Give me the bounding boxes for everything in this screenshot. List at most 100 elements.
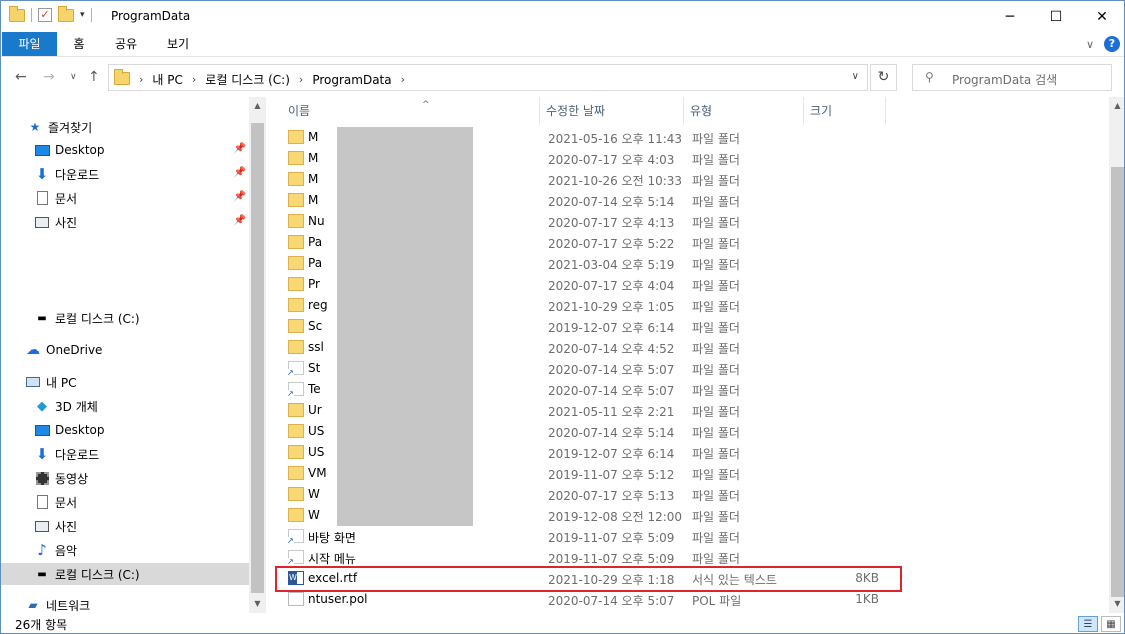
- breadcrumb-this-pc[interactable]: 내 PC: [152, 71, 182, 88]
- nav-music[interactable]: ♪ 음악: [1, 539, 249, 561]
- refresh-button[interactable]: ↻: [870, 64, 897, 91]
- properties-icon[interactable]: ✓: [38, 8, 52, 22]
- nav-quick-access[interactable]: ★ 즐겨찾기: [1, 116, 249, 138]
- nav-label: 음악: [55, 543, 78, 558]
- breadcrumb-separator[interactable]: ›: [139, 73, 143, 86]
- up-arrow-icon[interactable]: ↑: [88, 69, 100, 85]
- table-row[interactable]: 시작 메뉴 2019-11-07 오후 5:09 파일 폴더: [274, 547, 1109, 568]
- file-name: M: [308, 130, 319, 144]
- chevron-down-icon[interactable]: ∨: [852, 71, 859, 82]
- tab-share[interactable]: 공유: [111, 32, 141, 56]
- folder-icon: [9, 5, 25, 22]
- tab-view[interactable]: 보기: [163, 32, 193, 56]
- close-button[interactable]: ✕: [1079, 1, 1124, 32]
- scrollbar-thumb[interactable]: [251, 123, 264, 593]
- large-icons-view-icon[interactable]: ▦: [1101, 616, 1121, 632]
- nav-label: 문서: [55, 495, 78, 510]
- folder-icon: [288, 214, 304, 228]
- nav-label: 다운로드: [55, 167, 100, 182]
- file-date: 2021-05-11 오후 2:21: [548, 405, 675, 419]
- column-label: 이름: [288, 104, 311, 118]
- nav-quick-desktop[interactable]: Desktop 📌: [1, 139, 249, 161]
- nav-pc-desktop[interactable]: Desktop: [1, 419, 249, 441]
- file-name: Nu: [308, 214, 325, 228]
- nav-quick-downloads[interactable]: ⬇ 다운로드 📌: [1, 163, 249, 185]
- window-title: ProgramData: [111, 9, 191, 23]
- scroll-up-icon[interactable]: ▲: [249, 101, 266, 110]
- column-header-name[interactable]: 이름 ^: [282, 97, 540, 125]
- expand-ribbon-icon[interactable]: ∨: [1086, 38, 1094, 51]
- network-icon: ▰: [28, 598, 38, 612]
- nav-videos[interactable]: 동영상: [1, 467, 249, 489]
- nav-local-disk-quick[interactable]: ▬ 로컬 디스크 (C:): [1, 307, 249, 329]
- pin-icon[interactable]: 📌: [234, 215, 246, 226]
- file-name: M: [308, 151, 319, 165]
- nav-scrollbar[interactable]: ▲ ▼: [249, 97, 266, 613]
- search-icon: ⚲: [925, 70, 934, 84]
- scrollbar-thumb[interactable]: [1111, 167, 1124, 597]
- customize-toolbar-icon[interactable]: ▾: [80, 10, 85, 20]
- item-count: 26개 항목: [15, 618, 68, 632]
- table-row[interactable]: ntuser.pol 2020-07-14 오후 5:07 POL 파일 1KB: [274, 589, 1109, 610]
- nav-pc-pictures[interactable]: 사진: [1, 515, 249, 537]
- details-view-icon[interactable]: ☰: [1078, 616, 1098, 632]
- forward-arrow-icon[interactable]: →: [43, 69, 55, 85]
- breadcrumb-separator[interactable]: ›: [299, 73, 303, 86]
- nav-this-pc[interactable]: 내 PC: [1, 371, 249, 393]
- column-header-type[interactable]: 유형: [684, 97, 804, 125]
- nav-label: OneDrive: [46, 343, 103, 357]
- nav-pc-documents[interactable]: 문서: [1, 491, 249, 513]
- explorer-window: ✓ ▾ ProgramData ─ ☐ ✕ 파일 홈 공유 보기 ∨ ? ← →…: [0, 0, 1125, 634]
- nav-quick-documents[interactable]: 문서 📌: [1, 187, 249, 209]
- address-bar[interactable]: › 내 PC › 로컬 디스크 (C:) › ProgramData › ∨: [108, 64, 868, 91]
- file-type: 파일 폴더: [692, 342, 740, 356]
- nav-label: 동영상: [55, 471, 89, 486]
- file-name: Te: [308, 382, 321, 396]
- breadcrumb-separator[interactable]: ›: [401, 73, 405, 86]
- tab-home[interactable]: 홈: [67, 32, 91, 56]
- breadcrumb-separator[interactable]: ›: [192, 73, 196, 86]
- nav-label: 다운로드: [55, 447, 100, 462]
- nav-label: Desktop: [55, 423, 105, 437]
- file-name: US: [308, 445, 325, 459]
- quick-access-toolbar: ✓ ▾: [9, 5, 92, 22]
- nav-label: 로컬 디스크 (C:): [55, 311, 140, 326]
- tab-file[interactable]: 파일: [2, 32, 57, 56]
- search-box[interactable]: ⚲ ProgramData 검색: [912, 64, 1112, 91]
- scroll-up-icon[interactable]: ▲: [1109, 101, 1124, 110]
- table-row[interactable]: 바탕 화면 2019-11-07 오후 5:09 파일 폴더: [274, 526, 1109, 547]
- help-icon[interactable]: ?: [1104, 36, 1120, 52]
- folder-icon: [288, 445, 304, 459]
- maximize-button[interactable]: ☐: [1033, 1, 1079, 32]
- file-type: 파일 폴더: [692, 405, 740, 419]
- column-header-modified[interactable]: 수정한 날짜: [540, 97, 684, 125]
- breadcrumb-local-disk[interactable]: 로컬 디스크 (C:): [205, 71, 290, 88]
- column-header-size[interactable]: 크기: [804, 97, 886, 125]
- title-bar: ✓ ▾ ProgramData ─ ☐ ✕: [1, 1, 1124, 32]
- new-folder-icon[interactable]: [58, 5, 74, 22]
- minimize-button[interactable]: ─: [987, 1, 1033, 32]
- file-date: 2019-11-07 오후 5:12: [548, 468, 675, 482]
- file-name: ntuser.pol: [308, 592, 368, 606]
- nav-quick-pictures[interactable]: 사진 📌: [1, 211, 249, 233]
- file-name: St: [308, 361, 321, 375]
- file-date: 2019-12-07 오후 6:14: [548, 447, 675, 461]
- file-name: M: [308, 172, 319, 186]
- file-type: 파일 폴더: [692, 174, 740, 188]
- nav-local-disk-selected[interactable]: ▬ 로컬 디스크 (C:): [1, 563, 249, 585]
- nav-pc-downloads[interactable]: ⬇ 다운로드: [1, 443, 249, 465]
- breadcrumb-programdata[interactable]: ProgramData: [312, 73, 391, 87]
- pin-icon[interactable]: 📌: [234, 143, 246, 154]
- recent-locations-icon[interactable]: ∨: [70, 72, 77, 82]
- folder-icon: [288, 151, 304, 165]
- pin-icon[interactable]: 📌: [234, 167, 246, 178]
- folder-icon: [288, 340, 304, 354]
- scroll-down-icon[interactable]: ▼: [1109, 599, 1124, 608]
- nav-onedrive[interactable]: ☁ OneDrive: [1, 339, 249, 361]
- scroll-down-icon[interactable]: ▼: [249, 599, 266, 608]
- file-date: 2020-07-14 오후 5:14: [548, 195, 675, 209]
- back-arrow-icon[interactable]: ←: [15, 69, 27, 85]
- file-list-scrollbar[interactable]: ▲ ▼: [1109, 97, 1124, 613]
- pin-icon[interactable]: 📌: [234, 191, 246, 202]
- nav-3d-objects[interactable]: ◆ 3D 개체: [1, 395, 249, 417]
